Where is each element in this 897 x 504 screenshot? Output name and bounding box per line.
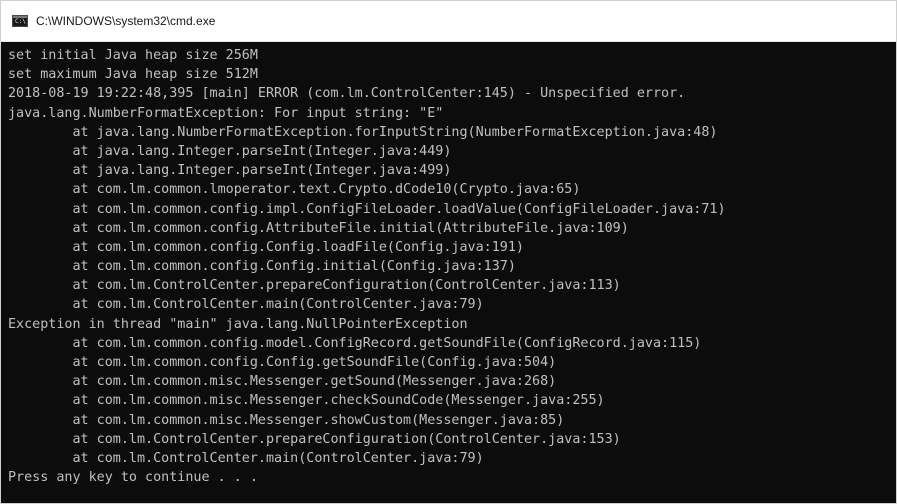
console-line: at com.lm.common.config.Config.initial(C… [8, 259, 516, 275]
console-line: at com.lm.ControlCenter.prepareConfigura… [8, 278, 621, 294]
console-line: Exception in thread "main" java.lang.Nul… [8, 316, 468, 332]
console-output[interactable]: set initial Java heap size 256M set maxi… [1, 42, 896, 503]
console-line: at com.lm.common.misc.Messenger.checkSou… [8, 393, 605, 409]
console-line: set maximum Java heap size 512M [8, 67, 258, 83]
console-line: at com.lm.ControlCenter.main(ControlCent… [8, 297, 484, 313]
console-line: at com.lm.common.config.impl.ConfigFileL… [8, 201, 726, 217]
console-line: at java.lang.Integer.parseInt(Integer.ja… [8, 163, 452, 179]
console-line: 2018-08-19 19:22:48,395 [main] ERROR (co… [8, 86, 686, 102]
console-line: at com.lm.ControlCenter.main(ControlCent… [8, 450, 484, 466]
cmd-console-icon[interactable]: C:\ [12, 15, 28, 27]
console-line: at com.lm.common.lmoperator.text.Crypto.… [8, 182, 581, 198]
console-line: at com.lm.common.config.model.ConfigReco… [8, 335, 702, 351]
console-line: set initial Java heap size 256M [8, 48, 258, 63]
console-line: at com.lm.common.misc.Messenger.getSound… [8, 374, 557, 390]
console-line: at com.lm.common.config.AttributeFile.in… [8, 220, 629, 236]
console-line: at com.lm.common.config.Config.loadFile(… [8, 239, 524, 255]
console-line: at java.lang.Integer.parseInt(Integer.ja… [8, 143, 452, 159]
cmd-window: C:\ C:\WINDOWS\system32\cmd.exe set init… [0, 0, 897, 504]
console-line: at com.lm.ControlCenter.prepareConfigura… [8, 431, 621, 447]
window-title: C:\WINDOWS\system32\cmd.exe [36, 14, 216, 28]
title-bar[interactable]: C:\ C:\WINDOWS\system32\cmd.exe [1, 1, 896, 42]
console-line: java.lang.NumberFormatException: For inp… [8, 105, 444, 121]
console-line: at com.lm.common.misc.Messenger.showCust… [8, 412, 565, 428]
console-line: at com.lm.common.config.Config.getSoundF… [8, 355, 557, 370]
console-prompt: Press any key to continue . . . [8, 470, 258, 486]
console-line: at java.lang.NumberFormatException.forIn… [8, 124, 718, 140]
